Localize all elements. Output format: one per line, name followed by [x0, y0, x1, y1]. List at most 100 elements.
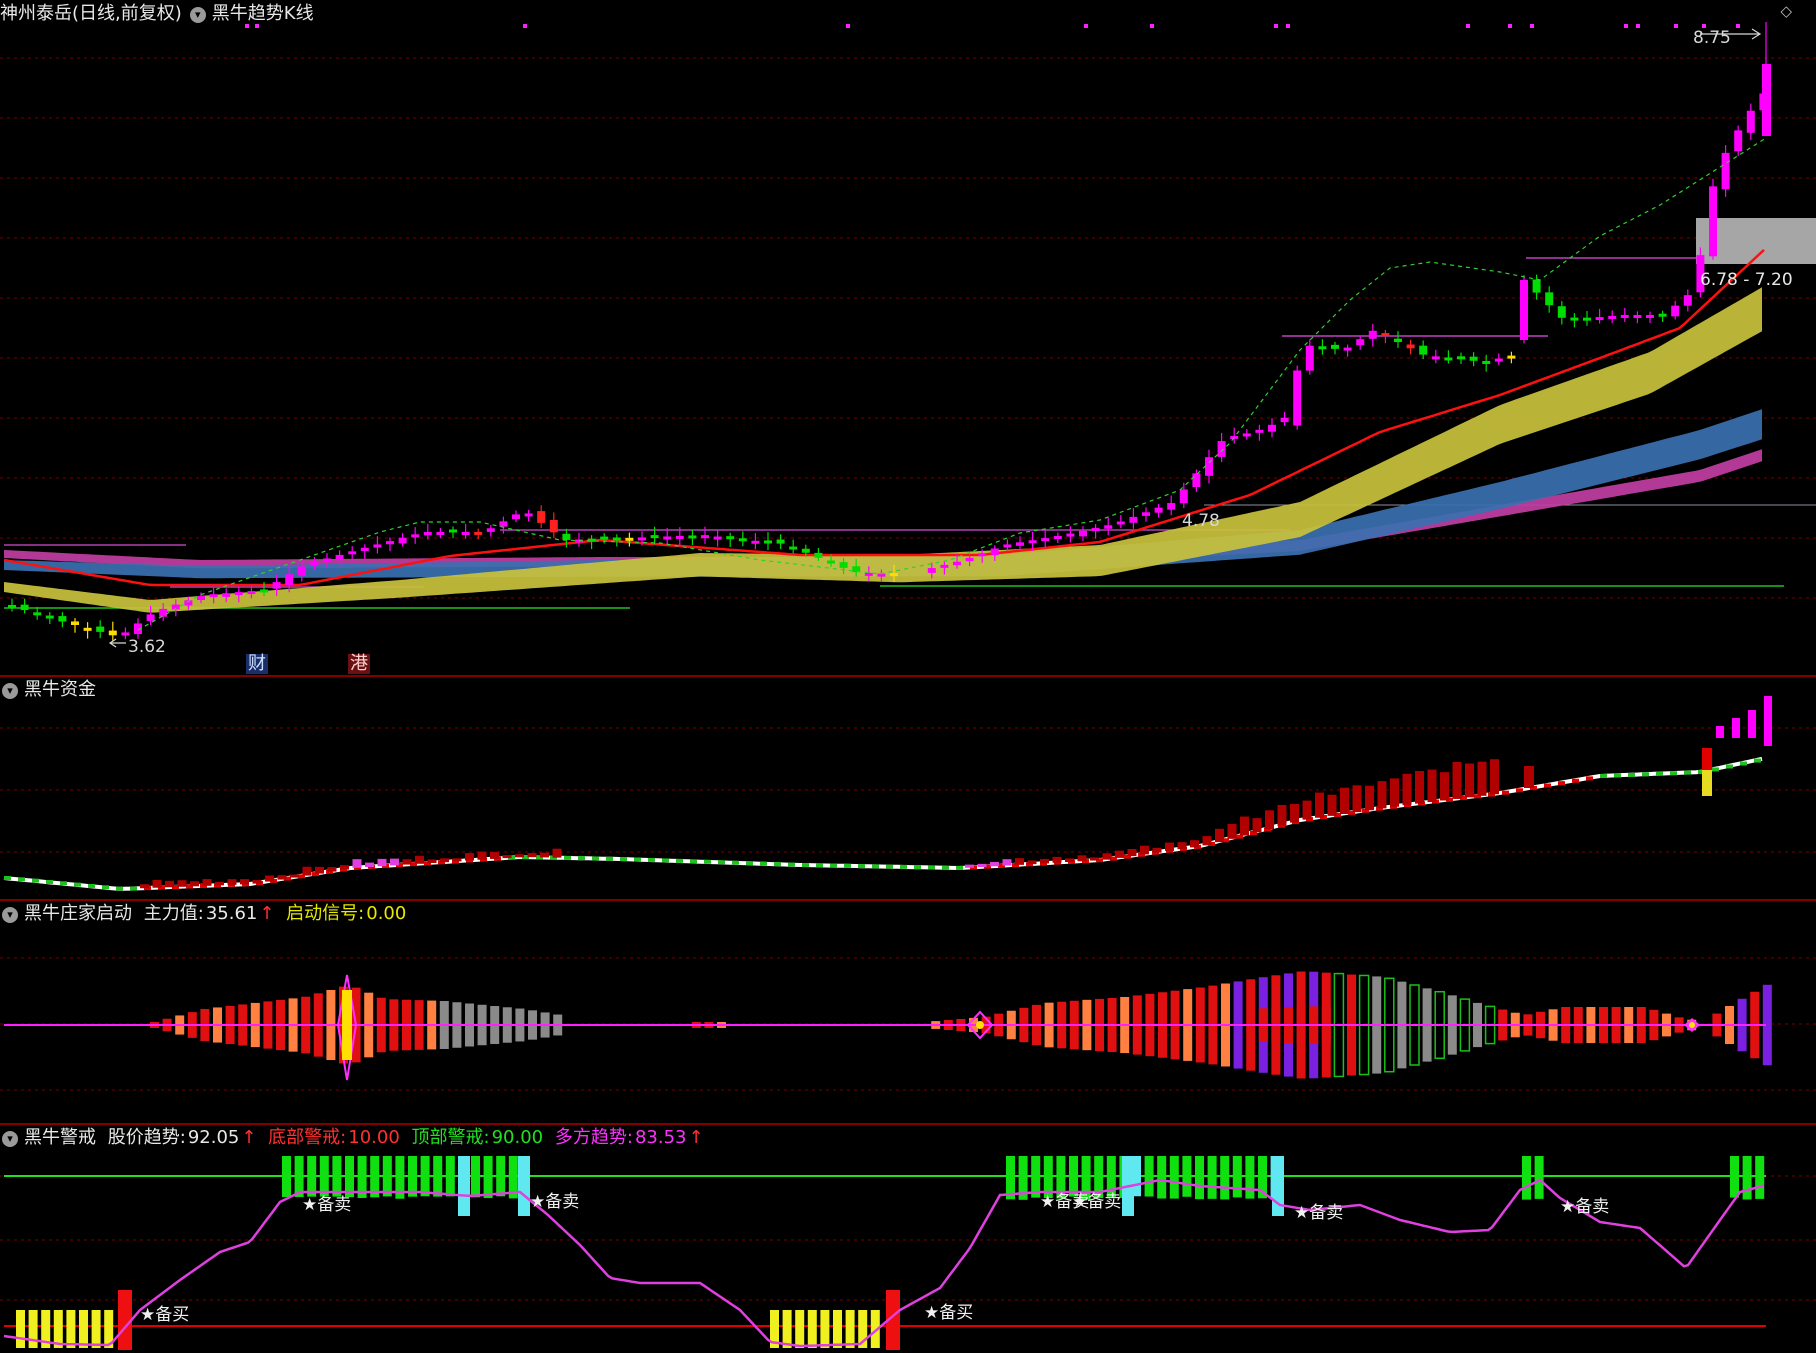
panel3-title[interactable]: 黑牛庄家启动 [24, 903, 132, 924]
fund-bar [240, 879, 249, 885]
candle [1457, 356, 1465, 360]
candle [1633, 315, 1642, 318]
candle [814, 552, 823, 558]
signal-dot [1736, 24, 1740, 28]
candle [1709, 186, 1717, 257]
candle [20, 604, 29, 611]
candle [1406, 344, 1415, 349]
candle [33, 612, 42, 616]
fund-line-segment [928, 865, 935, 870]
fund-bar [390, 858, 399, 866]
event-badge-gang[interactable]: 港 [348, 654, 370, 674]
fund-bar [402, 859, 412, 865]
candle [1179, 489, 1188, 504]
price-trend-line [3, 1178, 1765, 1348]
panel3-header: ▾ 黑牛庄家启动 主力值: 35.61 ↑ 启动信号: 0.00 [0, 902, 412, 926]
bottom-alert-bar [28, 1310, 38, 1348]
top-alert-bar [408, 1156, 417, 1197]
fund-bar [1315, 792, 1324, 818]
candle [751, 540, 760, 544]
sell-signal-label: ★备卖 [530, 1192, 580, 1212]
panel2-title[interactable]: 黑牛资金 [24, 679, 96, 700]
candle [474, 531, 483, 535]
fund-bar [1748, 710, 1756, 738]
candle [386, 541, 394, 545]
zone-label: 6.78 - 7.20 [1700, 270, 1793, 290]
top-alert-label: 顶部警戒: [411, 1127, 490, 1148]
fund-line-segment [88, 883, 95, 888]
top-alert-bar [483, 1156, 493, 1199]
fund-line-segment [788, 862, 795, 867]
top-alert-bar [1232, 1156, 1242, 1198]
candle [801, 548, 810, 553]
fund-bar [1415, 771, 1424, 804]
top-alert-bar [445, 1156, 455, 1197]
fund-bar [1140, 845, 1149, 855]
candle [1520, 280, 1528, 340]
candle [323, 558, 331, 562]
fund-bar [1040, 858, 1049, 864]
fund-bar [465, 853, 474, 861]
fund-bar [1390, 778, 1399, 807]
indicator-name[interactable]: 黑牛趋势K线 [212, 3, 314, 24]
candle [209, 594, 218, 598]
fund-bar [1190, 840, 1199, 848]
bottom-alert-bar [16, 1310, 25, 1348]
collapse-toggle-icon[interactable]: ▾ [2, 907, 18, 923]
collapse-toggle-icon[interactable]: ▾ [189, 7, 206, 23]
fund-bar [1716, 726, 1724, 738]
fund-bar [1452, 761, 1462, 799]
stock-name: 神州泰岳 [0, 3, 72, 24]
fund-line-segment [956, 865, 963, 870]
candle [83, 627, 92, 631]
candle [96, 626, 105, 632]
fund-line-segment [774, 862, 781, 867]
fund-bar [1077, 855, 1087, 862]
candle [146, 614, 155, 621]
settings-diamond-icon[interactable]: ◇ [1780, 2, 1792, 20]
candle [348, 551, 357, 555]
candle [234, 592, 243, 596]
collapse-toggle-icon[interactable]: ▾ [2, 683, 18, 699]
bottom-alert-bar [79, 1310, 88, 1348]
top-alert-bar-cyan [518, 1156, 530, 1216]
candle [373, 544, 382, 548]
fund-bar [452, 858, 462, 862]
panel4-title[interactable]: 黑牛警戒 [24, 1127, 96, 1148]
main-force-value: 35.61 [205, 903, 258, 924]
fund-bar [165, 880, 174, 888]
fund-line-segment [858, 864, 865, 869]
fund-bar [1065, 858, 1074, 862]
event-badge-cai[interactable]: 财 [246, 654, 268, 674]
fund-bar [1115, 850, 1124, 858]
top-alert-bar [282, 1156, 291, 1198]
fund-bar [1352, 785, 1362, 813]
candle [927, 568, 936, 573]
top-alert-bar [1220, 1156, 1230, 1200]
candle [1331, 344, 1339, 349]
support-label: 4.78 [1182, 511, 1220, 531]
fund-line-segment [1628, 772, 1635, 777]
fund-bar [1465, 763, 1474, 798]
candle [461, 532, 470, 535]
collapse-toggle-icon[interactable]: ▾ [2, 1131, 18, 1147]
price-high-label: 8.75 [1693, 28, 1731, 48]
main-force-label: 主力值: [143, 903, 204, 924]
candle [335, 554, 344, 560]
top-alert-bar [382, 1156, 392, 1197]
candle [297, 566, 306, 576]
fund-bar [1402, 773, 1412, 806]
top-alert-bar [1755, 1156, 1765, 1199]
fund-bar [1090, 857, 1099, 861]
chart-canvas [0, 22, 1816, 1350]
top-alert-bar [1207, 1156, 1217, 1199]
top-alert-bar [1245, 1156, 1255, 1199]
candle [1356, 339, 1365, 346]
candle [486, 528, 495, 532]
fund-bar [315, 866, 324, 874]
fund-bar [202, 879, 212, 886]
fund-bar [1002, 859, 1012, 866]
bottom-alert-bar [782, 1310, 792, 1348]
top-alert-bar [1182, 1156, 1192, 1197]
candle [1053, 536, 1062, 540]
